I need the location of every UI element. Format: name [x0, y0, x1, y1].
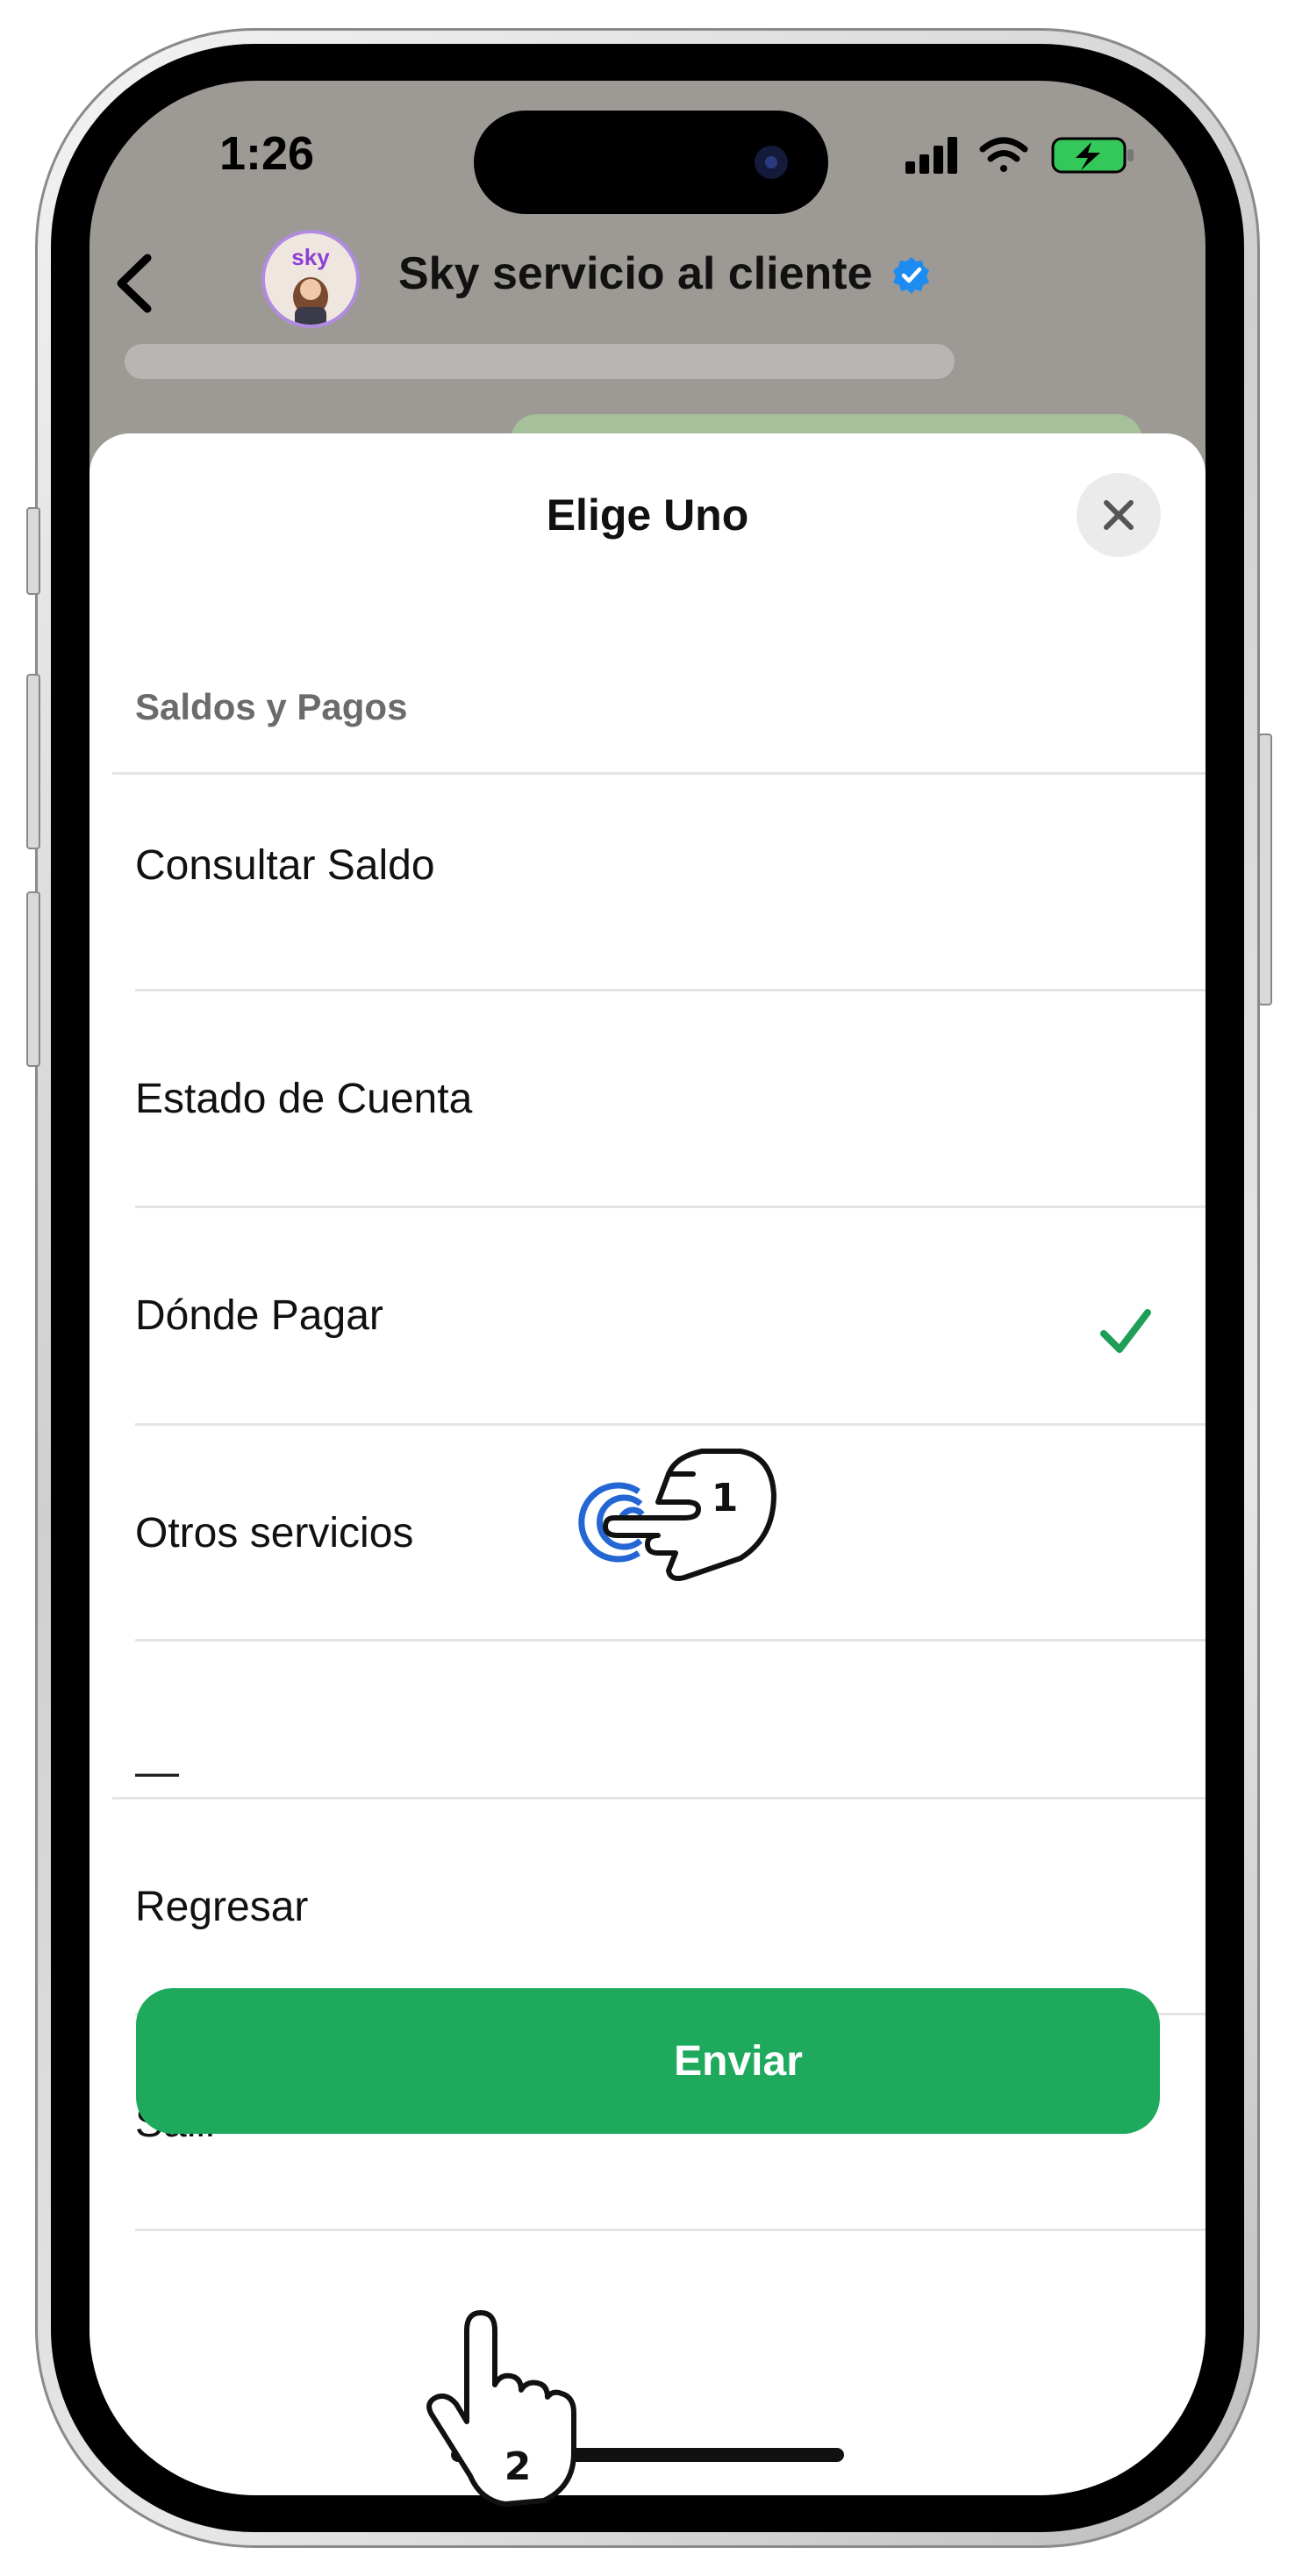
contact-name[interactable]: Sky servicio al cliente	[398, 247, 931, 300]
volume-up-button	[26, 674, 40, 849]
separator-label: —	[135, 1747, 179, 1796]
section-label: Saldos y Pagos	[135, 686, 408, 727]
dynamic-island	[474, 111, 828, 214]
verified-badge-icon	[893, 257, 929, 294]
close-icon	[1104, 500, 1134, 530]
close-button[interactable]	[1077, 473, 1161, 557]
avatar-illustration: sky	[265, 233, 356, 325]
sheet-title: Elige Uno	[546, 490, 749, 540]
mute-switch	[26, 507, 40, 595]
send-button-label: Enviar	[674, 2037, 803, 2085]
checkmark-icon	[1100, 1309, 1151, 1353]
chat-message-placeholder	[125, 344, 955, 379]
tap-annotation-1: 1	[578, 1449, 776, 1581]
contact-name-label: Sky servicio al cliente	[398, 248, 873, 299]
volume-down-button	[26, 891, 40, 1067]
front-camera-icon	[755, 146, 788, 179]
svg-text:sky: sky	[291, 244, 330, 270]
back-chevron-icon[interactable]	[109, 253, 161, 314]
wifi-icon	[979, 137, 1028, 172]
annotation-number-2: 2	[504, 2444, 532, 2489]
phone-screen: 1:26 sky Sky servicio al cliente Elige U…	[89, 81, 1206, 2495]
battery-charging-icon	[1051, 137, 1134, 174]
avatar[interactable]: sky	[261, 230, 360, 328]
status-icons	[905, 137, 1134, 174]
send-button[interactable]: Enviar	[136, 1988, 1160, 2134]
option-label: Regresar	[135, 1883, 309, 1930]
item-divider	[135, 2229, 1206, 2231]
signal-icon	[905, 137, 957, 174]
option-label: Estado de Cuenta	[135, 1075, 473, 1122]
option-estado-de-cuenta[interactable]: Estado de Cuenta	[135, 991, 1206, 1206]
option-donde-pagar[interactable]: Dónde Pagar	[135, 1208, 1206, 1422]
item-divider	[135, 1639, 1206, 1642]
option-label: Otros servicios	[135, 1509, 414, 1556]
power-button	[1258, 733, 1272, 1005]
option-regresar[interactable]: Regresar	[135, 1800, 1206, 2014]
option-label: Consultar Saldo	[135, 841, 435, 889]
option-label: Dónde Pagar	[135, 1292, 383, 1339]
option-consultar-saldo[interactable]: Consultar Saldo	[135, 758, 1206, 972]
annotation-number-1: 1	[712, 1476, 739, 1521]
status-time: 1:26	[219, 127, 315, 180]
tap-annotation-2: 2	[426, 2285, 576, 2507]
